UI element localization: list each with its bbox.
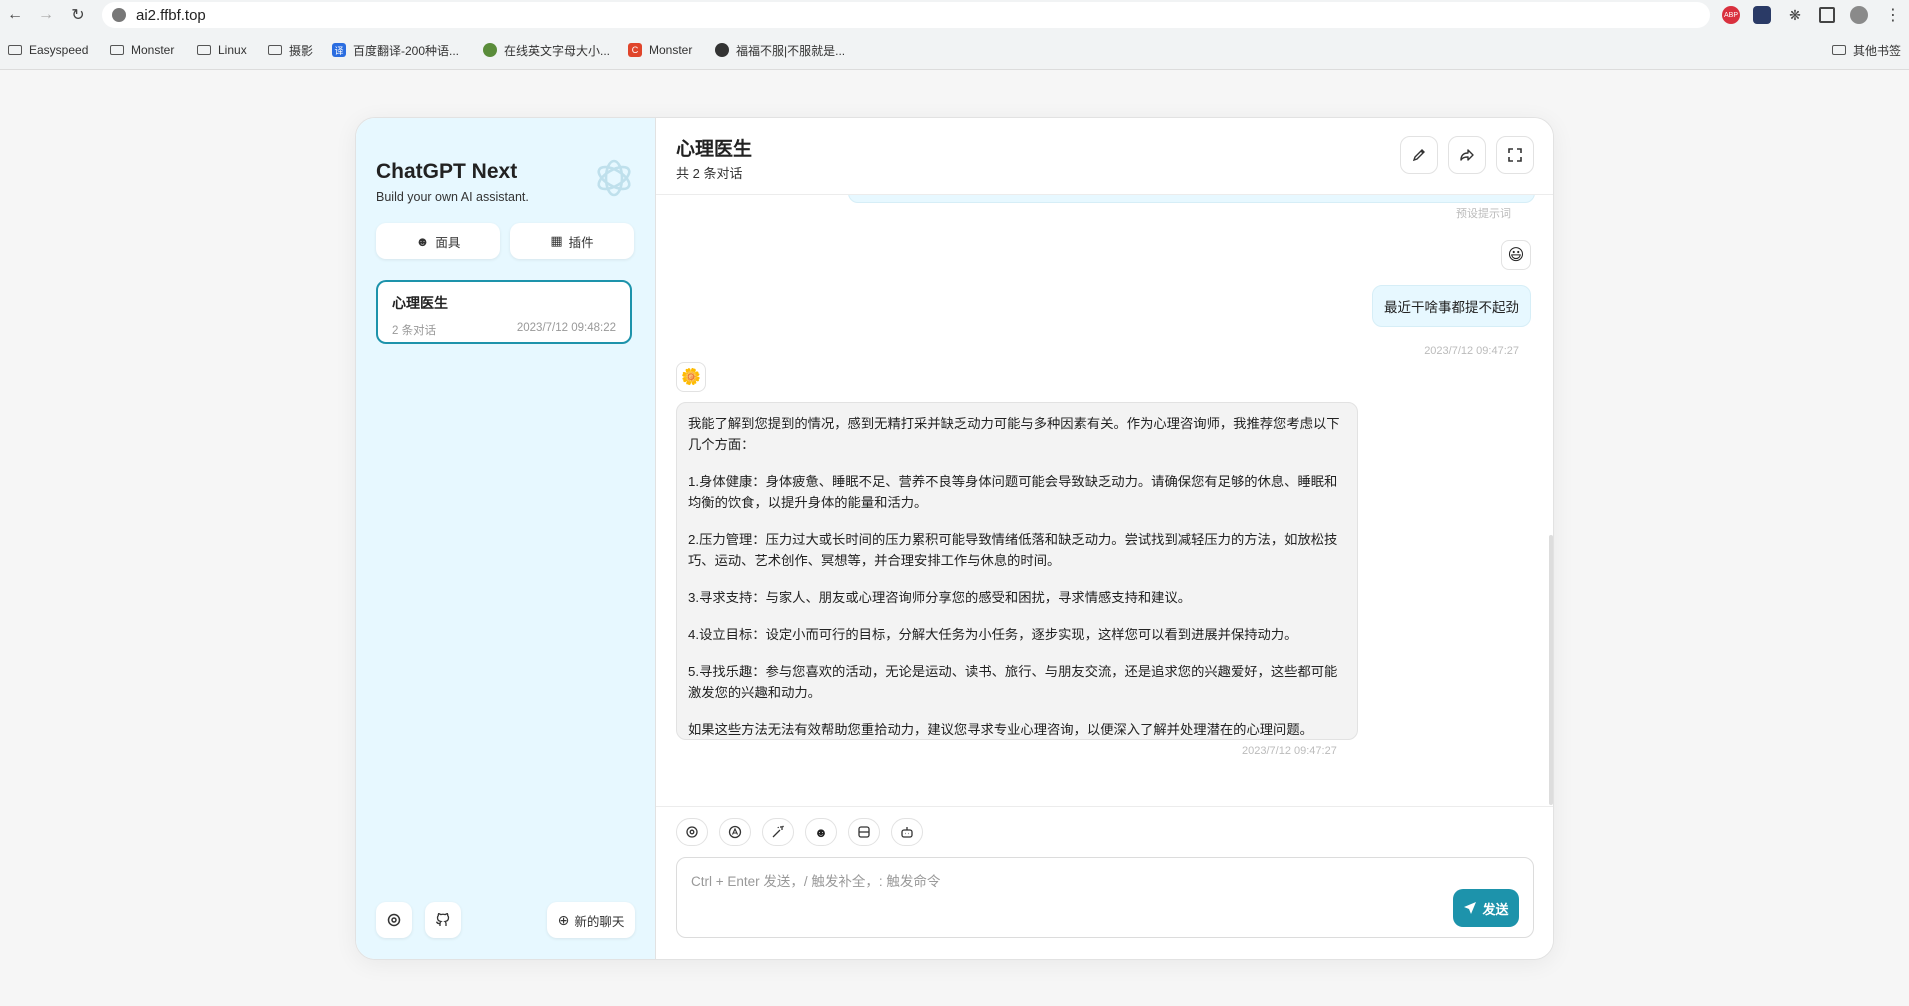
bookmarks-bar: Easyspeed Monster Linux 摄影 译百度翻译-200种语..… (0, 30, 1909, 70)
bot-paragraph: 3.寻求支持：与家人、朋友或心理咨询师分享您的感受和困扰，寻求情感支持和建议。 (688, 590, 1192, 605)
url-text: ai2.ffbf.top (136, 6, 206, 24)
bot-paragraph: 我能了解到您提到的情况，感到无精打采并缺乏动力可能与多种因素有关。作为心理咨询师… (688, 416, 1340, 452)
new-chat-button[interactable]: ⊕ 新的聊天 (547, 902, 635, 938)
bot-paragraph: 4.设立目标：设定小而可行的目标，分解大任务为小任务，逐步实现，这样您可以看到进… (688, 627, 1298, 642)
chat-input-box: 发送 (676, 857, 1534, 938)
folder-icon (197, 45, 211, 55)
chat-item-date: 2023/7/12 09:48:22 (516, 322, 616, 334)
chat-header: 心理医生 共 2 条对话 (656, 118, 1553, 195)
bookmark-item[interactable]: Easyspeed (8, 41, 88, 59)
bot-paragraph: 5.寻找乐趣：参与您喜欢的活动，无论是运动、读书、旅行、与朋友交流，还是追求您的… (688, 664, 1338, 700)
forward-icon[interactable]: → (36, 5, 56, 25)
preset-prompt-bubble (848, 195, 1535, 203)
plugin-button[interactable]: ▦ 插件 (510, 223, 634, 259)
grid-icon: ▦ (550, 233, 563, 248)
site-info-icon[interactable] (112, 8, 126, 22)
chat-subtitle: 共 2 条对话 (676, 166, 743, 181)
globe-icon (715, 43, 729, 57)
chat-input[interactable] (677, 858, 1533, 937)
other-bookmarks[interactable]: 其他书签 (1832, 41, 1901, 59)
send-icon (1464, 902, 1477, 914)
share-button[interactable] (1448, 136, 1486, 174)
chat-item-count: 2 条对话 (392, 325, 437, 337)
sidebar: ChatGPT Next Build your own AI assistant… (356, 118, 656, 959)
bot-message-time: 2023/7/12 09:47:27 (1242, 745, 1337, 757)
edit-icon (1412, 149, 1425, 162)
frog-icon (483, 43, 497, 57)
bot-paragraph: 2.压力管理：压力过大或长时间的压力累积可能导致情绪低落和缺乏动力。尝试找到减轻… (688, 532, 1338, 568)
bot-paragraph: 如果这些方法无法有效帮助您重拾动力，建议您寻求专业心理咨询，以便深入了解并处理潜… (688, 722, 1313, 737)
bot-avatar: 🌼 (676, 362, 706, 392)
rename-button[interactable] (1400, 136, 1438, 174)
bookmark-item[interactable]: Monster (110, 41, 174, 59)
expand-icon (1508, 148, 1522, 162)
chat-settings-tool[interactable] (676, 818, 708, 846)
user-message: 最近干啥事都提不起劲 (1372, 285, 1531, 327)
user-message-time: 2023/7/12 09:47:27 (1424, 345, 1519, 357)
brand-subtitle: Build your own AI assistant. (376, 190, 529, 204)
chat-item-title: 心理医生 (392, 295, 448, 311)
extension-icon[interactable] (1753, 6, 1771, 24)
gear-icon (387, 913, 401, 927)
magic-wand-icon (772, 825, 784, 838)
back-icon[interactable]: ← (5, 5, 25, 25)
bookmark-item[interactable]: C Monster (628, 41, 692, 59)
bookmark-item[interactable]: Linux (197, 41, 247, 59)
translate-icon: 译 (332, 43, 346, 57)
browser-toolbar: ← → ↻ ai2.ffbf.top ABP ❋ ⋮ (0, 0, 1909, 30)
fullscreen-button[interactable] (1496, 136, 1534, 174)
add-circle-icon: ⊕ (557, 911, 570, 928)
brand-title: ChatGPT Next (376, 160, 518, 183)
send-button[interactable]: 发送 (1453, 889, 1519, 927)
auto-theme-icon (728, 825, 742, 839)
folder-icon (110, 45, 124, 55)
preset-prompt-label: 预设提示词 (1456, 208, 1511, 220)
bookmark-item[interactable]: 摄影 (268, 41, 313, 59)
settings-icon (686, 826, 698, 838)
robot-icon (901, 827, 913, 838)
profile-avatar[interactable] (1850, 6, 1868, 24)
mask-icon: ☻ (814, 824, 828, 840)
prompt-tool[interactable] (762, 818, 794, 846)
folder-icon (268, 45, 282, 55)
bookmark-item[interactable]: 在线英文字母大小... (483, 41, 610, 59)
bookmark-item[interactable]: 译百度翻译-200种语... (332, 41, 459, 59)
robot-tool[interactable] (891, 818, 923, 846)
theme-tool[interactable] (719, 818, 751, 846)
share-icon (1460, 149, 1474, 161)
openai-logo-icon (597, 159, 631, 197)
folder-icon (1832, 45, 1846, 55)
github-button[interactable] (425, 902, 461, 938)
folder-icon (8, 45, 22, 55)
settings-button[interactable] (376, 902, 412, 938)
message-list[interactable]: 预设提示词 😃 最近干啥事都提不起劲 2023/7/12 09:47:27 🌼 … (656, 195, 1553, 805)
bot-paragraph: 1.身体健康：身体疲惫、睡眠不足、营养不良等身体问题可能会导致缺乏动力。请确保您… (688, 474, 1338, 510)
user-avatar: 😃 (1501, 240, 1531, 270)
address-bar[interactable]: ai2.ffbf.top (102, 2, 1710, 28)
mask-icon: ☻ (415, 233, 430, 249)
chat-title: 心理医生 (676, 139, 753, 160)
sidepanel-icon[interactable] (1819, 7, 1835, 23)
menu-icon[interactable]: ⋮ (1883, 5, 1903, 25)
bookmark-item[interactable]: 福福不服|不服就是... (715, 41, 845, 59)
mask-button[interactable]: ☻ 面具 (376, 223, 500, 259)
reload-icon[interactable]: ↻ (68, 5, 88, 25)
adblock-extension-icon[interactable]: ABP (1722, 6, 1740, 24)
puzzle-icon[interactable]: ❋ (1786, 6, 1804, 24)
github-icon (435, 913, 450, 926)
chat-list-item[interactable]: 心理医生 2 条对话 2023/7/12 09:48:22 (376, 280, 632, 344)
bot-message: 我能了解到您提到的情况，感到无精打采并缺乏动力可能与多种因素有关。作为心理咨询师… (676, 402, 1358, 740)
input-panel: ☻ 发送 (656, 806, 1553, 959)
clear-context-tool[interactable] (848, 818, 880, 846)
mask-tool[interactable]: ☻ (805, 818, 837, 846)
break-icon (858, 826, 870, 838)
chat-app-window: ChatGPT Next Build your own AI assistant… (355, 117, 1554, 960)
chat-main: 心理医生 共 2 条对话 预设提示词 😃 最近干啥事都提不起劲 2023/7/1… (656, 118, 1553, 959)
c-logo-icon: C (628, 43, 642, 57)
scrollbar[interactable] (1549, 535, 1553, 805)
